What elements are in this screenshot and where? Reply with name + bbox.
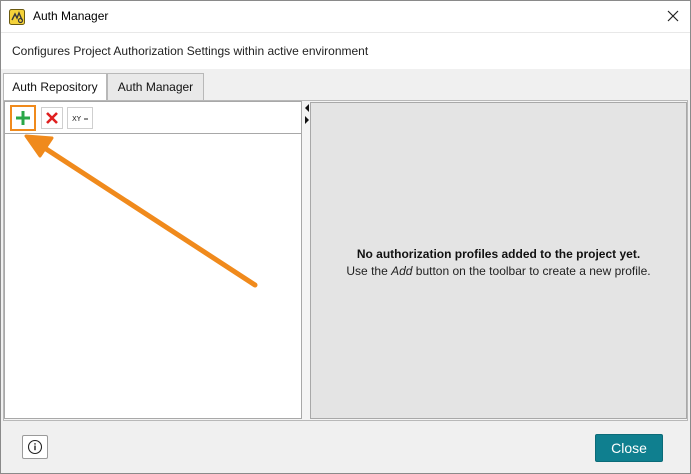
close-icon[interactable] — [664, 7, 682, 25]
window-description: Configures Project Authorization Setting… — [12, 44, 369, 58]
delete-x-icon — [46, 112, 58, 124]
tab-auth-repository[interactable]: Auth Repository — [3, 73, 107, 102]
empty-state-title: No authorization profiles added to the p… — [356, 247, 641, 261]
profile-details-pane: No authorization profiles added to the p… — [310, 102, 687, 419]
title-bar: Auth Manager — [1, 1, 690, 32]
tab-label: Auth Manager — [117, 80, 194, 94]
xy-label: XY — [72, 115, 82, 123]
xy-rename-icon: XY — [72, 115, 88, 123]
plus-icon — [16, 111, 30, 125]
add-profile-button[interactable] — [10, 105, 36, 131]
tab-label: Auth Repository — [12, 80, 98, 94]
profiles-toolbar: XY — [5, 102, 301, 134]
profiles-list-pane[interactable]: XY — [4, 101, 302, 419]
hint-prefix: Use the — [346, 264, 392, 278]
auth-manager-window: Auth Manager Configures Project Authoriz… — [0, 0, 691, 474]
hint-add-emphasis: Add — [391, 264, 413, 278]
dialog-footer: Close — [1, 421, 690, 473]
empty-state-hint: Use the Add button on the toolbar to cre… — [311, 264, 686, 278]
info-icon — [27, 439, 43, 455]
pane-splitter[interactable] — [302, 101, 310, 419]
app-icon — [9, 9, 25, 25]
delete-profile-button[interactable] — [41, 107, 63, 129]
info-button[interactable] — [22, 435, 48, 459]
description-bar: Configures Project Authorization Setting… — [1, 32, 690, 69]
tab-auth-manager[interactable]: Auth Manager — [107, 73, 204, 101]
close-button[interactable]: Close — [595, 434, 663, 462]
window-title: Auth Manager — [33, 9, 109, 23]
rename-profile-button[interactable]: XY — [67, 107, 93, 129]
hint-suffix: button on the toolbar to create a new pr… — [412, 264, 651, 278]
